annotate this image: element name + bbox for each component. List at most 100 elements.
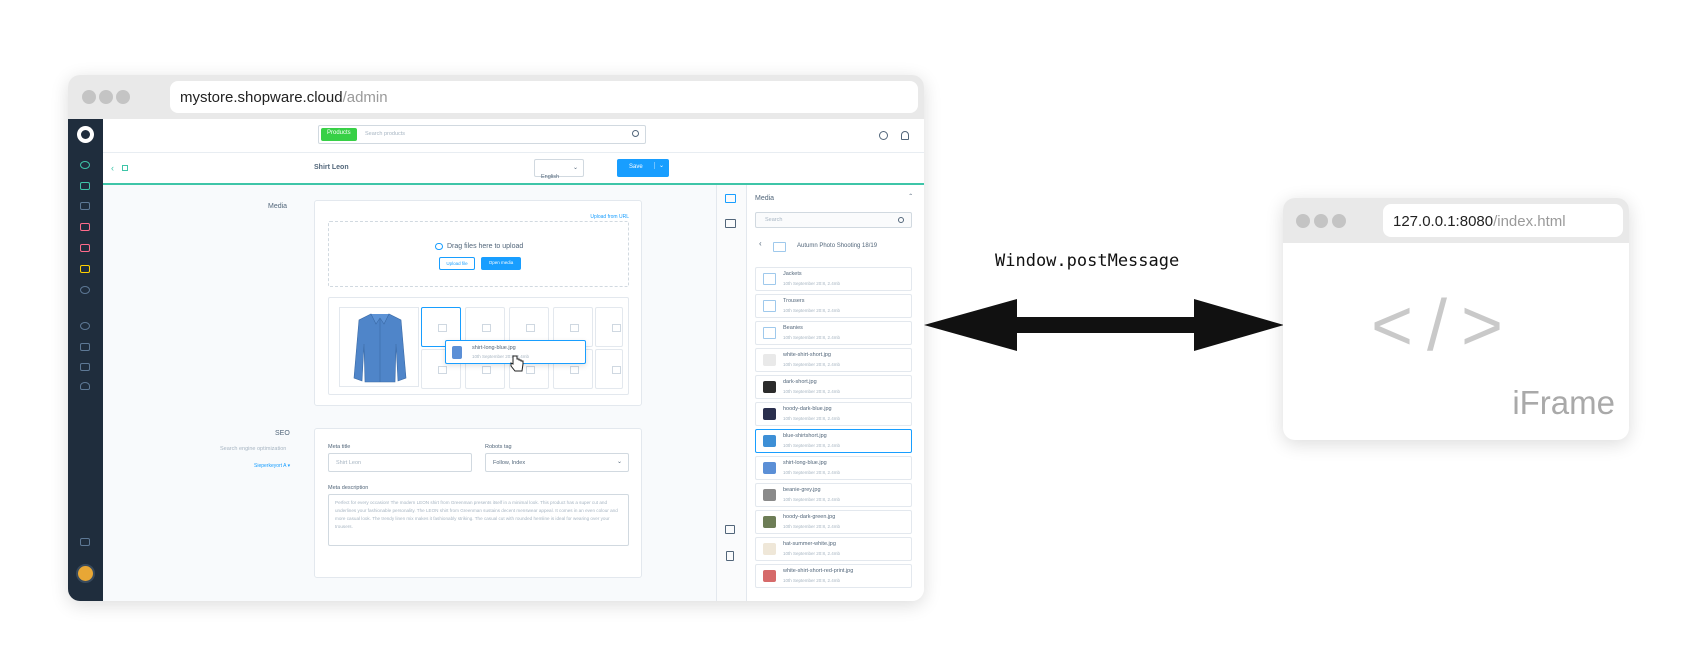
window-maximize-dot[interactable] xyxy=(1332,214,1346,228)
media-list-item[interactable]: hoody-dark-green.jpg 10th September 20:8,… xyxy=(755,510,912,534)
folder-icon xyxy=(763,327,776,339)
customers-icon[interactable] xyxy=(80,223,90,231)
notification-bell-icon[interactable] xyxy=(901,131,909,140)
save-dropdown-chevron-icon[interactable]: ⌄ xyxy=(653,162,664,169)
media-item-meta: 10th September 20:8, 2.4mb xyxy=(783,416,841,421)
media-panel-title: Media xyxy=(755,195,775,202)
search-type-tag[interactable]: Products xyxy=(321,128,357,141)
collapse-sidebar-icon[interactable] xyxy=(80,538,90,546)
seo-card: Meta title Shirt Leon Robots tag Follow,… xyxy=(314,428,642,578)
meta-description-textarea[interactable]: Perfect for every occasion! The modern L… xyxy=(328,494,629,546)
content-icon[interactable] xyxy=(80,244,90,252)
browser-titlebar: mystore.shopware.cloud/admin xyxy=(68,75,924,119)
media-section-label: Media xyxy=(268,203,288,210)
search-icon[interactable] xyxy=(632,130,639,137)
drop-text: Drag files here to upload xyxy=(447,243,524,250)
media-list-item[interactable]: hat-summer-white.jpg 10th September 20:8,… xyxy=(755,537,912,561)
arrow-label: Window.postMessage xyxy=(995,251,1180,271)
collapse-chevron-icon[interactable]: ˆ xyxy=(909,193,912,202)
meta-title-field[interactable]: Shirt Leon xyxy=(328,453,472,472)
current-folder-name: Autumn Photo Shooting 18/19 xyxy=(797,243,878,249)
upload-from-url-link[interactable]: Upload from URL xyxy=(590,214,629,220)
media-item-meta: 10th September 20:8, 2.4mb xyxy=(783,389,841,394)
media-thumbnail xyxy=(763,408,776,420)
folder-icon xyxy=(773,242,786,252)
folder-back-chevron-icon[interactable]: ‹ xyxy=(759,239,762,248)
folder-icon xyxy=(763,273,776,285)
marketing-icon[interactable] xyxy=(80,265,90,273)
media-gallery: shirt-long-blue.jpg 10th September 20:8,… xyxy=(328,297,629,395)
media-item-name: shirt-long-blue.jpg xyxy=(783,460,827,466)
media-search-input[interactable]: Search xyxy=(755,212,912,228)
store-icon[interactable] xyxy=(80,363,90,371)
media-item-name: Trousers xyxy=(783,298,805,304)
save-button[interactable]: Save ⌄ xyxy=(617,159,669,177)
media-list-item[interactable]: hoody-dark-blue.jpg 10th September 20:8, … xyxy=(755,402,912,426)
media-panel-image-icon[interactable] xyxy=(725,194,736,203)
bidirectional-arrow xyxy=(924,299,1284,351)
window-close-dot[interactable] xyxy=(1296,214,1310,228)
language-switch[interactable]: English ⌄ xyxy=(534,159,584,180)
plugin-icon[interactable] xyxy=(80,322,90,330)
upload-dropzone[interactable]: Drag files here to upload Upload file Op… xyxy=(328,221,629,287)
sales-channel-icon[interactable] xyxy=(80,343,90,351)
seo-link[interactable]: Sieperkeyort A ▾ xyxy=(254,463,290,469)
folder-icon xyxy=(763,300,776,312)
media-thumbnail xyxy=(763,516,776,528)
orders-icon[interactable] xyxy=(80,202,90,210)
meta-description-text: Perfect for every occasion! The modern L… xyxy=(335,500,618,529)
media-slot[interactable] xyxy=(595,307,623,347)
product-cover-image[interactable] xyxy=(339,307,419,387)
dashboard-icon[interactable] xyxy=(80,161,90,169)
media-thumbnail xyxy=(763,354,776,366)
media-panel-calendar-icon[interactable] xyxy=(725,219,736,228)
global-search[interactable]: Products Search products xyxy=(318,125,646,144)
search-input[interactable]: Search products xyxy=(365,131,405,137)
dragged-thumbnail xyxy=(452,346,462,359)
window-close-dot[interactable] xyxy=(82,90,96,104)
media-item-meta: 10th September 20:8, 2.4mb xyxy=(783,362,841,367)
window-minimize-dot[interactable] xyxy=(1314,214,1328,228)
chevron-down-icon: ⌄ xyxy=(616,459,622,465)
media-item-name: hoody-dark-green.jpg xyxy=(783,514,836,520)
activity-icon[interactable] xyxy=(879,131,888,140)
media-thumbnail xyxy=(763,462,776,474)
media-list-item[interactable]: Trousers 10th September 20:8, 2.4mb xyxy=(755,294,912,318)
media-item-name: beanie-grey.jpg xyxy=(783,487,821,493)
media-list-item[interactable]: beanie-grey.jpg 10th September 20:8, 2.4m… xyxy=(755,483,912,507)
media-panel-toolbar xyxy=(717,185,747,601)
window-maximize-dot[interactable] xyxy=(116,90,130,104)
media-slot[interactable] xyxy=(595,349,623,389)
robots-tag-select[interactable]: Follow, Index ⌄ xyxy=(485,453,629,472)
media-item-name: white-shirt-short.jpg xyxy=(783,352,831,358)
window-minimize-dot[interactable] xyxy=(99,90,113,104)
admin-topbar: Products Search products xyxy=(103,119,924,153)
media-item-name: Jackets xyxy=(783,271,802,277)
media-list-item[interactable]: white-shirt-short.jpg 10th September 20:8… xyxy=(755,348,912,372)
copy-icon[interactable] xyxy=(122,165,128,171)
iframe-label: iFrame xyxy=(1512,384,1615,421)
search-icon[interactable] xyxy=(898,217,904,223)
save-label: Save xyxy=(629,164,643,170)
upload-file-button[interactable]: Upload file xyxy=(439,257,475,270)
media-list-item[interactable]: white-shirt-short-red-print.jpg 10th Sept… xyxy=(755,564,912,588)
avatar[interactable] xyxy=(76,564,95,583)
media-item-meta: 10th September 20:8, 2.4mb xyxy=(783,470,841,475)
catalog-icon[interactable] xyxy=(80,182,90,190)
media-panel-clipboard-icon[interactable] xyxy=(726,551,734,561)
iframe-address-bar[interactable]: 127.0.0.1:8080/index.html xyxy=(1383,204,1623,237)
media-list-item[interactable]: dark-short.jpg 10th September 20:8, 2.4mb xyxy=(755,375,912,399)
media-list-item[interactable]: Jackets 10th September 20:8, 2.4mb xyxy=(755,267,912,291)
media-list-item[interactable]: Beanies 10th September 20:8, 2.4mb xyxy=(755,321,912,345)
address-bar[interactable]: mystore.shopware.cloud/admin xyxy=(170,81,918,113)
open-media-button[interactable]: Open media xyxy=(481,257,521,270)
media-list-item[interactable]: shirt-long-blue.jpg 10th September 20:8, … xyxy=(755,456,912,480)
settings-icon[interactable] xyxy=(80,286,90,294)
robots-tag-label: Robots tag xyxy=(485,444,512,450)
media-panel-copy-icon[interactable] xyxy=(725,525,735,534)
meta-description-label: Meta description xyxy=(328,485,369,491)
media-list-item[interactable]: blue-shirtshort.jpg 10th September 20:8, … xyxy=(755,429,912,453)
help-icon[interactable] xyxy=(80,382,90,390)
back-chevron-icon[interactable]: ‹ xyxy=(111,163,114,173)
media-search-placeholder: Search xyxy=(765,217,783,223)
